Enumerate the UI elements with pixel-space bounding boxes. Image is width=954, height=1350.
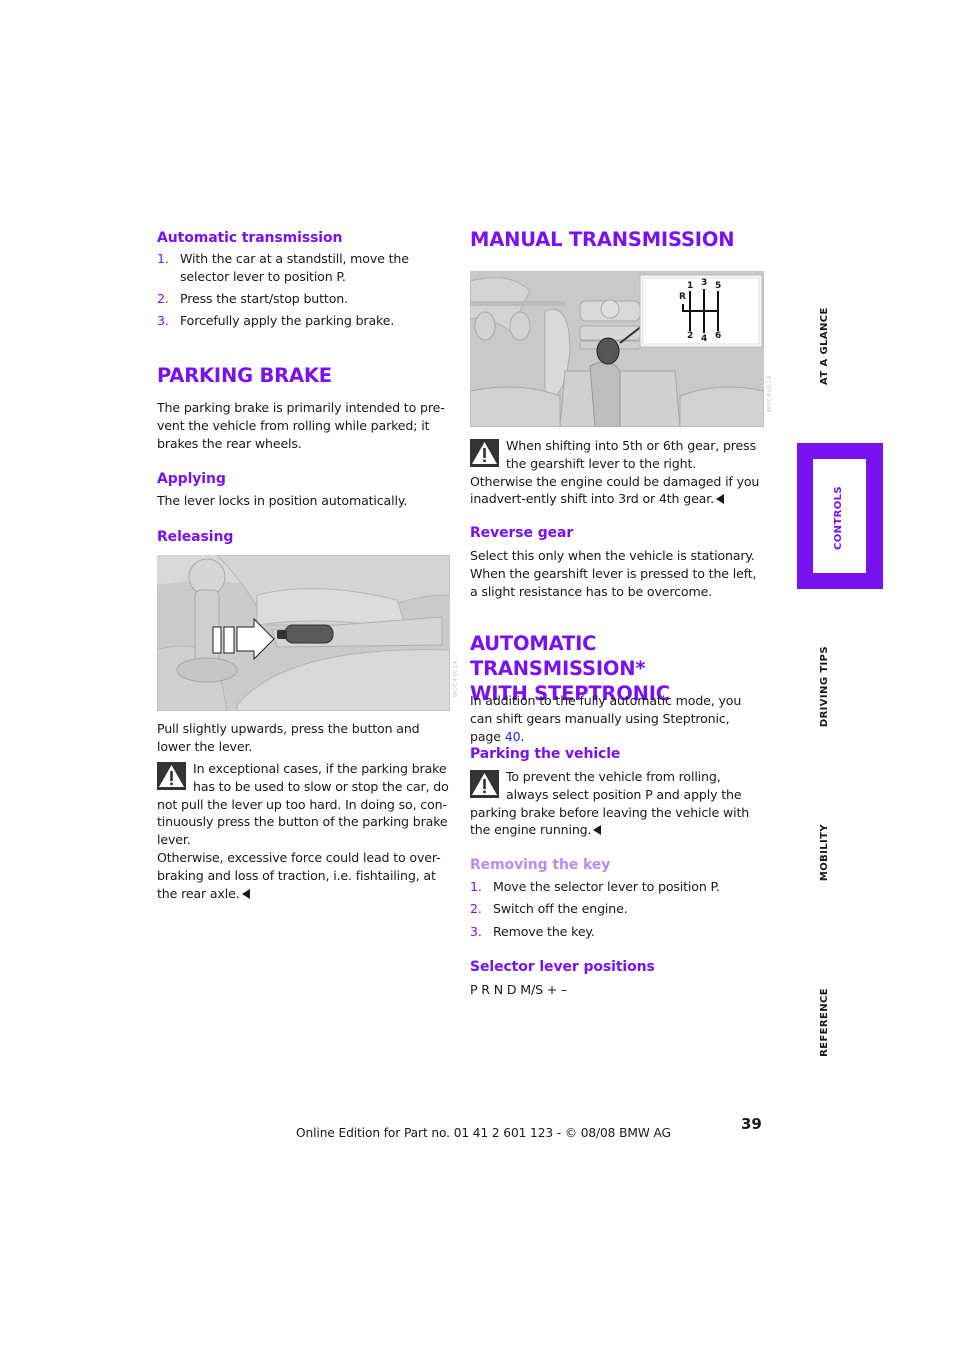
side-tab-at-a-glance[interactable]: AT A GLANCE (819, 307, 830, 385)
side-tab-mobility[interactable]: MOBILITY (819, 824, 830, 881)
parking-vehicle-heading: Parking the vehicle (470, 746, 621, 762)
parking-brake-intro: The parking brake is primarily intended … (157, 400, 445, 451)
page-number: 39 (741, 1115, 762, 1133)
applying-text: The lever locks in position automaticall… (157, 493, 408, 508)
gear-label-3: 3 (701, 278, 708, 288)
parking-brake-figure (157, 555, 450, 711)
manual-transmission-figure: R 1 2 3 4 5 6 (470, 271, 764, 427)
list-item: 3. Remove the key. (470, 923, 595, 939)
page-link[interactable]: 40 (505, 729, 521, 744)
footer-text: Online Edition for Part no. 01 41 2 601 … (296, 1126, 671, 1140)
gear-label-r: R (679, 292, 686, 302)
removing-key-heading: Removing the key (470, 857, 611, 873)
selector-positions-heading: Selector lever positions (470, 959, 655, 975)
gear-label-1: 1 (687, 281, 694, 291)
list-item: 2. Press the start/stop button. (157, 291, 348, 307)
list-item: 1. With the car at a standstill, move the… (157, 251, 409, 284)
auto-transmission-steps: 1. With the car at a standstill, move the… (157, 250, 449, 330)
end-of-note-icon (241, 888, 250, 899)
applying-heading: Applying (157, 471, 226, 487)
steptronic-intro: In addition to the fully automatic mode,… (470, 693, 742, 744)
parking-brake-heading: PARKING BRAKE (157, 364, 332, 387)
figure-code: W0C4V014 (452, 660, 459, 698)
side-tab-driving-tips[interactable]: DRIVING TIPS (819, 646, 830, 727)
auto-transmission-section: Automatic transmission 1. With the car at… (157, 229, 449, 335)
list-item: 3. Forcefully apply the parking brake. (157, 313, 395, 329)
releasing-heading: Releasing (157, 529, 234, 545)
manual-transmission-heading: MANUAL TRANSMISSION (470, 228, 735, 251)
parking-vehicle-warning: To prevent the vehicle from rolling, alw… (470, 769, 750, 838)
side-tab-controls-active[interactable]: CONTROLS (797, 443, 883, 589)
list-item: 1. Move the selector lever to position P. (470, 879, 720, 894)
end-of-note-icon (593, 825, 602, 836)
auto-transmission-heading: Automatic transmission (157, 230, 343, 246)
side-tab-controls[interactable]: CONTROLS (833, 486, 844, 550)
gear-label-2: 2 (687, 331, 694, 341)
warning-icon (157, 762, 186, 790)
parking-brake-illustration (157, 555, 450, 711)
side-tab-reference[interactable]: REFERENCE (819, 988, 830, 1057)
gate-reverse-hook (682, 304, 684, 312)
gear-label-4: 4 (701, 334, 708, 344)
gear-label-6: 6 (715, 331, 722, 341)
reverse-gear-heading: Reverse gear (470, 525, 574, 541)
gate-crossbar (683, 310, 719, 312)
shift-pattern-diagram: R 1 2 3 4 5 6 (675, 278, 735, 344)
warning-icon (470, 439, 499, 467)
figure-caption: Pull slightly upwards, press the button … (157, 721, 420, 754)
figure-code: W0C4V018 (766, 375, 773, 413)
manual-transmission-warning: When shifting into 5th or 6th gear, pres… (470, 438, 760, 507)
removing-key-steps: 1. Move the selector lever to position P.… (470, 878, 762, 945)
selector-positions-text: P R N D M/S + – (470, 982, 568, 997)
end-of-note-icon (715, 494, 724, 505)
reverse-gear-text: Select this only when the vehicle is sta… (470, 548, 757, 599)
warning-icon (470, 770, 499, 798)
parking-brake-warning: In exceptional cases, if the parking bra… (157, 761, 449, 901)
gear-label-5: 5 (715, 281, 722, 291)
list-item: 2. Switch off the engine. (470, 901, 628, 917)
